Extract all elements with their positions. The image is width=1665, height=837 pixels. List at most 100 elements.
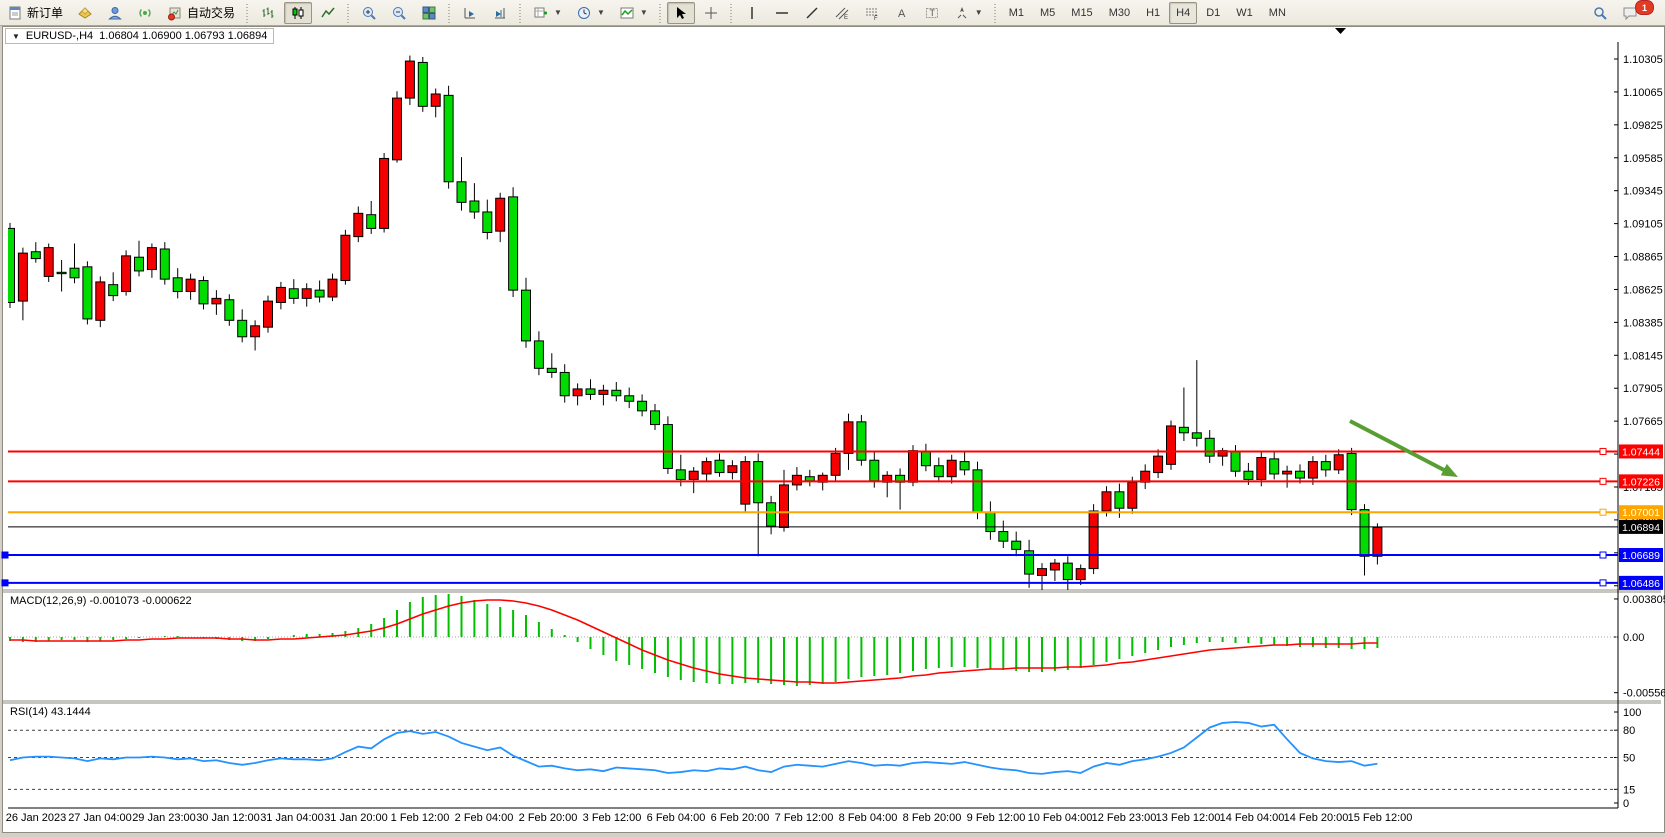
bars-chart-button[interactable] — [254, 2, 282, 24]
candle — [1154, 456, 1163, 472]
text-button[interactable]: A — [888, 2, 916, 24]
macd-indicator-label: MACD(12,26,9) -0.001073 -0.000622 — [10, 595, 192, 607]
horizontal-line-icon — [774, 5, 790, 21]
price-tick-label: 1.08865 — [1623, 252, 1663, 264]
cursor-arrow-icon — [673, 5, 689, 21]
horizontal-line-button[interactable] — [768, 2, 796, 24]
timeframe-h1[interactable]: H1 — [1139, 2, 1167, 24]
price-tick-label: 1.07905 — [1623, 383, 1663, 395]
chat-button[interactable]: 1 — [1616, 2, 1660, 24]
signal-icon-button[interactable] — [131, 2, 159, 24]
candle — [1334, 455, 1343, 470]
timeframe-m30[interactable]: M30 — [1102, 2, 1137, 24]
hline-handle[interactable] — [1600, 580, 1606, 586]
label-button[interactable]: T — [918, 2, 946, 24]
timeframe-mn[interactable]: MN — [1262, 2, 1293, 24]
bars-chart-icon — [260, 5, 276, 21]
zoom-out-button[interactable] — [385, 2, 413, 24]
candle — [689, 471, 698, 479]
candle — [431, 94, 440, 106]
chart-menu-triangle[interactable] — [1335, 28, 1346, 34]
autotrade-label: 自动交易 — [187, 4, 235, 21]
search-icon — [1592, 5, 1608, 21]
hline-handle[interactable] — [1600, 509, 1606, 515]
hline-price-label-text: 1.07444 — [1622, 446, 1660, 458]
candle — [70, 268, 79, 278]
candle — [612, 390, 621, 395]
timeframe-m15[interactable]: M15 — [1064, 2, 1099, 24]
time-tick-label: 7 Feb 12:00 — [775, 812, 834, 824]
profile-icon-button[interactable] — [101, 2, 129, 24]
candle — [599, 390, 608, 394]
zoom-in-button[interactable] — [355, 2, 383, 24]
hline-handle[interactable] — [2, 580, 8, 586]
chart-title-ohlc: 1.06804 1.06900 1.06793 1.06894 — [99, 30, 267, 42]
crosshair-button[interactable] — [697, 2, 725, 24]
arrow-objects-icon — [954, 5, 970, 21]
chart-shift-button[interactable] — [486, 2, 514, 24]
candle — [870, 460, 879, 481]
candle — [663, 425, 672, 469]
period-button[interactable]: ▼ — [570, 2, 611, 24]
candle — [57, 272, 66, 273]
hline-handle[interactable] — [1600, 552, 1606, 558]
candle — [1102, 492, 1111, 511]
chevron-down-icon: ▼ — [640, 8, 648, 17]
tile-windows-button[interactable] — [415, 2, 443, 24]
candles-layer — [6, 56, 1382, 595]
timeframe-w1[interactable]: W1 — [1229, 2, 1260, 24]
candle — [1179, 427, 1188, 432]
tile-windows-icon — [421, 5, 437, 21]
gold-icon-button[interactable] — [71, 2, 99, 24]
rsi-tick-label: 50 — [1623, 753, 1635, 765]
timeframe-d1[interactable]: D1 — [1199, 2, 1227, 24]
candle — [380, 158, 389, 228]
channel-button[interactable]: E — [828, 2, 856, 24]
timeframe-m5[interactable]: M5 — [1033, 2, 1062, 24]
time-tick-label: 15 Feb 12:00 — [1348, 812, 1413, 824]
clock-icon — [576, 5, 592, 21]
candle — [1283, 471, 1292, 474]
cursor-button[interactable] — [667, 2, 695, 24]
new-order-label: 新订单 — [27, 4, 63, 21]
price-tick-label: 1.09825 — [1623, 120, 1663, 132]
annotation-arrow[interactable] — [1350, 421, 1444, 470]
candle — [1308, 462, 1317, 478]
timeframe-m1[interactable]: M1 — [1002, 2, 1031, 24]
trendline-button[interactable] — [798, 2, 826, 24]
chart-canvas[interactable]: 1.103051.100651.098251.095851.093451.091… — [0, 0, 1665, 837]
vertical-line-button[interactable] — [738, 2, 766, 24]
autotrade-button[interactable]: 自动交易 — [161, 2, 241, 24]
time-tick-label: 14 Feb 20:00 — [1284, 812, 1349, 824]
candle — [973, 470, 982, 513]
hline-handle[interactable] — [1600, 448, 1606, 454]
new-order-button[interactable]: 新订单 — [1, 2, 69, 24]
line-chart-button[interactable] — [314, 2, 342, 24]
candle — [341, 235, 350, 280]
candle — [122, 256, 131, 292]
auto-scroll-button[interactable] — [456, 2, 484, 24]
arrows-button[interactable]: ▼ — [948, 2, 989, 24]
indicators-button[interactable]: ▼ — [613, 2, 654, 24]
candles-chart-button[interactable] — [284, 2, 312, 24]
candle — [1244, 471, 1253, 479]
candle — [199, 281, 208, 304]
new-chart-button[interactable]: ▼ — [527, 2, 568, 24]
price-tick-label: 1.08625 — [1623, 284, 1663, 296]
candle — [522, 290, 531, 341]
timeframe-h4[interactable]: H4 — [1169, 2, 1197, 24]
search-button[interactable] — [1586, 2, 1614, 24]
text-label-icon: T — [924, 5, 940, 21]
svg-text:E: E — [844, 15, 848, 21]
candle — [418, 62, 427, 106]
time-tick-label: 6 Feb 20:00 — [711, 812, 770, 824]
candle — [1205, 438, 1214, 456]
hline-handle[interactable] — [1600, 478, 1606, 484]
annotation-arrow-head[interactable] — [1441, 464, 1458, 477]
candle — [496, 198, 505, 231]
candle — [405, 61, 414, 98]
fibonacci-button[interactable]: F — [858, 2, 886, 24]
candle — [1063, 563, 1072, 579]
hline-handle[interactable] — [2, 552, 8, 558]
chart-title-box[interactable]: ▼ EURUSD-,H4 1.06804 1.06900 1.06793 1.0… — [5, 28, 274, 44]
